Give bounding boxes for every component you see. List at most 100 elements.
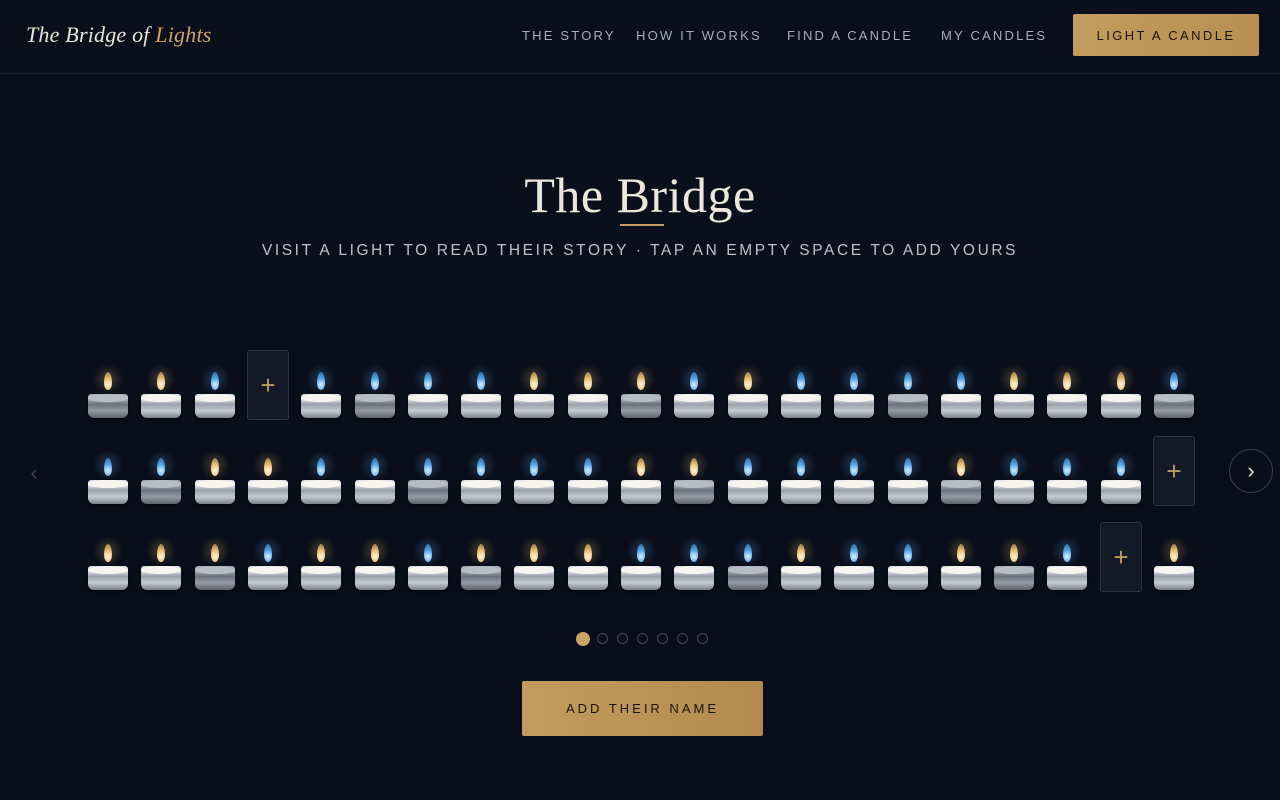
candle-blue[interactable] xyxy=(673,350,715,422)
candle-gold[interactable] xyxy=(1046,350,1088,422)
candle-gold[interactable] xyxy=(300,522,342,594)
flame-icon xyxy=(477,544,485,562)
pagination-dot[interactable] xyxy=(637,633,648,644)
candle-blue[interactable] xyxy=(300,350,342,422)
nav-link-my-candles[interactable]: MY CANDLES xyxy=(941,28,1047,43)
candle-wax xyxy=(408,566,448,574)
light-a-candle-button[interactable]: LIGHT A CANDLE xyxy=(1073,14,1259,56)
candle-gold[interactable] xyxy=(567,350,609,422)
candle-gold[interactable] xyxy=(354,522,396,594)
next-arrow-button[interactable]: › xyxy=(1229,449,1273,493)
candle-wax xyxy=(888,394,928,402)
candle-gold[interactable] xyxy=(87,522,129,594)
candle-blue[interactable] xyxy=(567,436,609,508)
candle-blue[interactable] xyxy=(460,436,502,508)
candle-gold[interactable] xyxy=(194,436,236,508)
flame-icon xyxy=(850,458,858,476)
candle-wax xyxy=(621,480,661,488)
pagination-dot[interactable] xyxy=(677,633,688,644)
empty-candle-slot[interactable]: + xyxy=(1100,522,1142,594)
pagination-dot[interactable] xyxy=(697,633,708,644)
previous-arrow-icon[interactable]: ‹ xyxy=(24,460,44,485)
candle-blue[interactable] xyxy=(833,436,875,508)
candle-gold[interactable] xyxy=(460,522,502,594)
candle-blue[interactable] xyxy=(407,436,449,508)
candle-blue[interactable] xyxy=(407,522,449,594)
logo[interactable]: The Bridge of Lights xyxy=(26,22,212,48)
candle-gold[interactable] xyxy=(87,350,129,422)
candle-blue[interactable] xyxy=(993,436,1035,508)
candle-gold[interactable] xyxy=(140,350,182,422)
candle-blue[interactable] xyxy=(300,436,342,508)
candle-blue[interactable] xyxy=(460,350,502,422)
candle-blue[interactable] xyxy=(727,436,769,508)
empty-candle-slot[interactable]: + xyxy=(247,350,289,422)
empty-candle-slot[interactable]: + xyxy=(1153,436,1195,508)
pagination-dot[interactable] xyxy=(576,632,590,646)
candle-gold[interactable] xyxy=(1153,522,1195,594)
candle-blue[interactable] xyxy=(247,522,289,594)
candle-gold[interactable] xyxy=(940,436,982,508)
nav-link-how-it-works[interactable]: HOW IT WORKS xyxy=(636,28,762,43)
candle-gold[interactable] xyxy=(513,350,555,422)
candle-gold[interactable] xyxy=(1100,350,1142,422)
flame-icon xyxy=(1117,372,1125,390)
candle-gold[interactable] xyxy=(993,522,1035,594)
flame-icon xyxy=(1063,458,1071,476)
nav-link-the-story[interactable]: THE STORY xyxy=(522,28,616,43)
candle-blue[interactable] xyxy=(887,522,929,594)
candle-gold[interactable] xyxy=(140,522,182,594)
add-their-name-button[interactable]: ADD THEIR NAME xyxy=(522,681,763,736)
pagination-dot[interactable] xyxy=(597,633,608,644)
candle-wax xyxy=(1047,480,1087,488)
candle-blue[interactable] xyxy=(780,350,822,422)
candle-blue[interactable] xyxy=(513,436,555,508)
candle-blue[interactable] xyxy=(1100,436,1142,508)
candle-gold[interactable] xyxy=(940,522,982,594)
candle-blue[interactable] xyxy=(140,436,182,508)
candle-blue[interactable] xyxy=(940,350,982,422)
candle-blue[interactable] xyxy=(887,436,929,508)
candle-wax xyxy=(195,480,235,488)
candle-blue[interactable] xyxy=(620,522,662,594)
pagination-dot[interactable] xyxy=(657,633,668,644)
nav-link-find-a-candle[interactable]: FIND A CANDLE xyxy=(787,28,913,43)
candle-blue[interactable] xyxy=(194,350,236,422)
flame-icon xyxy=(690,372,698,390)
candle-blue[interactable] xyxy=(887,350,929,422)
candle-blue[interactable] xyxy=(1046,436,1088,508)
candle-blue[interactable] xyxy=(780,436,822,508)
candle-wax xyxy=(355,480,395,488)
candle-blue[interactable] xyxy=(354,350,396,422)
flame-icon xyxy=(371,372,379,390)
candle-gold[interactable] xyxy=(513,522,555,594)
candle-blue[interactable] xyxy=(1153,350,1195,422)
candle-blue[interactable] xyxy=(833,522,875,594)
candle-wax xyxy=(301,480,341,488)
candle-gold[interactable] xyxy=(727,350,769,422)
plus-icon: + xyxy=(1100,522,1142,592)
site-header: The Bridge of Lights THE STORY HOW IT WO… xyxy=(0,0,1280,74)
candle-gold[interactable] xyxy=(620,350,662,422)
pagination-dot[interactable] xyxy=(617,633,628,644)
candle-gold[interactable] xyxy=(567,522,609,594)
candle-wax xyxy=(408,394,448,402)
candle-gold[interactable] xyxy=(620,436,662,508)
candle-blue[interactable] xyxy=(354,436,396,508)
flame-icon xyxy=(317,544,325,562)
candle-gold[interactable] xyxy=(673,436,715,508)
candle-gold[interactable] xyxy=(993,350,1035,422)
candle-blue[interactable] xyxy=(833,350,875,422)
candle-gold[interactable] xyxy=(194,522,236,594)
candle-wax xyxy=(408,480,448,488)
candle-blue[interactable] xyxy=(87,436,129,508)
candle-gold[interactable] xyxy=(780,522,822,594)
candle-gold[interactable] xyxy=(247,436,289,508)
candle-blue[interactable] xyxy=(727,522,769,594)
candle-blue[interactable] xyxy=(673,522,715,594)
candle-blue[interactable] xyxy=(407,350,449,422)
flame-icon xyxy=(797,458,805,476)
flame-icon xyxy=(104,458,112,476)
candle-wax xyxy=(674,566,714,574)
candle-blue[interactable] xyxy=(1046,522,1088,594)
